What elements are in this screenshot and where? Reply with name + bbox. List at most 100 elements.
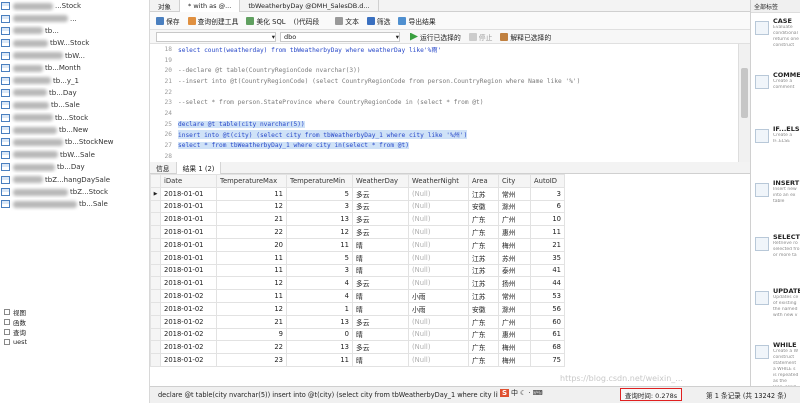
table-cell[interactable]: 22 — [216, 340, 287, 355]
table-cell[interactable]: 2018-01-01 — [160, 263, 217, 278]
tab-table[interactable]: tbWeatherbyDay @DMH_SalesDB.d... — [240, 0, 379, 12]
table-cell[interactable]: 惠州 — [498, 327, 531, 342]
table-cell[interactable]: (Null) — [408, 263, 469, 278]
table-row[interactable]: 2018-01-01 12 4 多云 (Null) 江苏 扬州 44 — [150, 276, 565, 291]
table-cell[interactable]: 广东 — [468, 237, 499, 252]
connection-select[interactable]: ▾ — [156, 31, 276, 42]
table-cell[interactable]: 41 — [530, 263, 565, 278]
table-cell[interactable]: 44 — [530, 276, 565, 291]
table-cell[interactable]: 多云 — [352, 186, 409, 201]
table-cell[interactable]: 江苏 — [468, 263, 499, 278]
table-cell[interactable]: 12 — [216, 301, 287, 316]
table-cell[interactable]: 35 — [530, 250, 565, 265]
table-cell[interactable]: 晴 — [352, 289, 409, 303]
table-cell[interactable]: (Null) — [408, 314, 469, 329]
column-header[interactable]: WeatherNight — [408, 174, 469, 188]
table-cell[interactable]: 多云 — [352, 225, 409, 239]
table-cell[interactable]: (Null) — [408, 250, 469, 265]
table-cell[interactable]: 13 — [286, 212, 353, 227]
table-cell[interactable]: 晴 — [352, 353, 409, 367]
table-cell[interactable]: 晴 — [352, 327, 409, 342]
database-select[interactable]: dbo ▾ — [280, 31, 400, 42]
table-cell[interactable]: 苏州 — [498, 250, 531, 265]
table-cell[interactable]: 3 — [286, 199, 353, 214]
result-grid[interactable]: iDate TemperatureMax TemperatureMin Weather… — [150, 174, 750, 386]
table-row[interactable]: 2018-01-01 21 13 多云 (Null) 广东 广州 10 — [150, 212, 565, 227]
table-cell[interactable]: 10 — [530, 212, 565, 227]
table-cell[interactable]: 广东 — [468, 314, 499, 329]
table-cell[interactable]: 泰州 — [498, 263, 531, 278]
table-cell[interactable]: 4 — [286, 289, 353, 303]
table-cell[interactable]: 多云 — [352, 314, 409, 329]
table-cell[interactable]: 小雨 — [408, 289, 469, 303]
table-item[interactable]: ...Stock — [0, 0, 149, 12]
table-cell[interactable]: (Null) — [408, 199, 469, 214]
table-cell[interactable]: 4 — [286, 276, 353, 291]
table-row[interactable]: 2018-01-02 12 1 晴小雨 安徽 滁州 56 — [150, 301, 565, 316]
table-item[interactable]: tbW...Sale — [0, 149, 149, 161]
snippet-button[interactable]: ()代码段 — [294, 16, 320, 26]
snippet-item[interactable]: WHILE Create a Wconstruct statement a WHILE… — [751, 337, 800, 396]
table-cell[interactable]: 3 — [286, 263, 353, 278]
snippet-item[interactable]: COMME Create a comment — [751, 67, 800, 121]
table-cell[interactable]: 23 — [216, 353, 287, 367]
table-cell[interactable]: 12 — [216, 276, 287, 291]
table-cell[interactable]: 60 — [530, 314, 565, 329]
table-cell[interactable]: 2018-01-02 — [160, 353, 217, 367]
table-cell[interactable]: (Null) — [408, 327, 469, 342]
table-item[interactable]: tbZ...hangDaySale — [0, 173, 149, 185]
table-cell[interactable]: 61 — [530, 327, 565, 342]
table-cell[interactable]: 11 — [216, 250, 287, 265]
table-row[interactable]: 2018-01-02 23 11 晴 (Null) 广东 梅州 75 — [150, 353, 565, 367]
table-cell[interactable]: 56 — [530, 301, 565, 316]
table-item[interactable]: tb...Sale — [0, 99, 149, 111]
table-row[interactable]: 2018-01-01 11 3 晴 (Null) 江苏 泰州 41 — [150, 263, 565, 278]
table-row[interactable]: 2018-01-01 22 12 多云 (Null) 广东 惠州 11 — [150, 225, 565, 239]
table-cell[interactable]: (Null) — [408, 276, 469, 291]
text-button[interactable]: 文本 — [335, 16, 359, 26]
table-cell[interactable]: 梅州 — [498, 237, 531, 252]
table-cell[interactable]: 2018-01-02 — [160, 327, 217, 342]
table-cell[interactable]: 2018-01-01 — [160, 237, 217, 252]
table-cell[interactable]: 0 — [286, 327, 353, 342]
table-cell[interactable]: 13 — [286, 314, 353, 329]
table-cell[interactable]: 多云 — [352, 212, 409, 227]
table-cell[interactable]: 5 — [286, 186, 353, 201]
table-row[interactable]: 2018-01-02 11 4 晴小雨 江苏 常州 53 — [150, 289, 565, 303]
table-cell[interactable]: 安徽 — [468, 199, 499, 214]
snippet-item[interactable]: SELECT Retrieve ro selected fro or more ta — [751, 229, 800, 283]
table-cell[interactable]: 江苏 — [468, 186, 499, 201]
snippet-item[interactable]: INSERT Insert new into an ex table — [751, 175, 800, 229]
table-cell[interactable]: 21 — [216, 212, 287, 227]
table-cell[interactable]: 广东 — [468, 353, 499, 367]
table-row[interactable]: ▶ 2018-01-01 11 5 多云 (Null) 江苏 常州 3 — [150, 186, 565, 201]
filter-button[interactable]: 筛选 — [366, 16, 390, 26]
column-header[interactable]: WeatherDay — [352, 174, 409, 188]
table-item[interactable]: tb...y_1 — [0, 74, 149, 86]
table-cell[interactable]: 滁州 — [498, 199, 531, 214]
table-row[interactable]: 2018-01-02 9 0 晴 (Null) 广东 惠州 61 — [150, 327, 565, 342]
object-category[interactable]: 查询 — [0, 327, 149, 337]
table-cell[interactable]: 21 — [216, 314, 287, 329]
table-item[interactable]: ... — [0, 12, 149, 24]
beautify-sql-button[interactable]: 美化 SQL — [246, 16, 286, 26]
table-cell[interactable]: 安徽 — [468, 301, 499, 316]
table-cell[interactable]: 12 — [286, 225, 353, 239]
table-cell[interactable]: 11 — [216, 263, 287, 278]
table-cell[interactable]: 11 — [530, 225, 565, 239]
table-item[interactable]: tbW...Stock — [0, 37, 149, 49]
column-header[interactable]: TemperatureMax — [216, 174, 287, 188]
table-cell[interactable]: 2018-01-01 — [160, 212, 217, 227]
table-cell[interactable]: 9 — [216, 327, 287, 342]
table-row[interactable]: 2018-01-01 20 11 晴 (Null) 广东 梅州 21 — [150, 237, 565, 252]
table-cell[interactable]: 11 — [216, 186, 287, 201]
table-cell[interactable]: 12 — [216, 199, 287, 214]
table-cell[interactable]: 晴 — [352, 250, 409, 265]
table-item[interactable]: tb...Day — [0, 87, 149, 99]
column-header[interactable]: TemperatureMin — [286, 174, 353, 188]
table-row[interactable]: 2018-01-02 22 13 多云 (Null) 广东 梅州 68 — [150, 340, 565, 355]
table-cell[interactable]: 13 — [286, 340, 353, 355]
table-cell[interactable]: 常州 — [498, 186, 531, 201]
object-category[interactable]: 函数 — [0, 317, 149, 327]
table-cell[interactable]: 梅州 — [498, 340, 531, 355]
